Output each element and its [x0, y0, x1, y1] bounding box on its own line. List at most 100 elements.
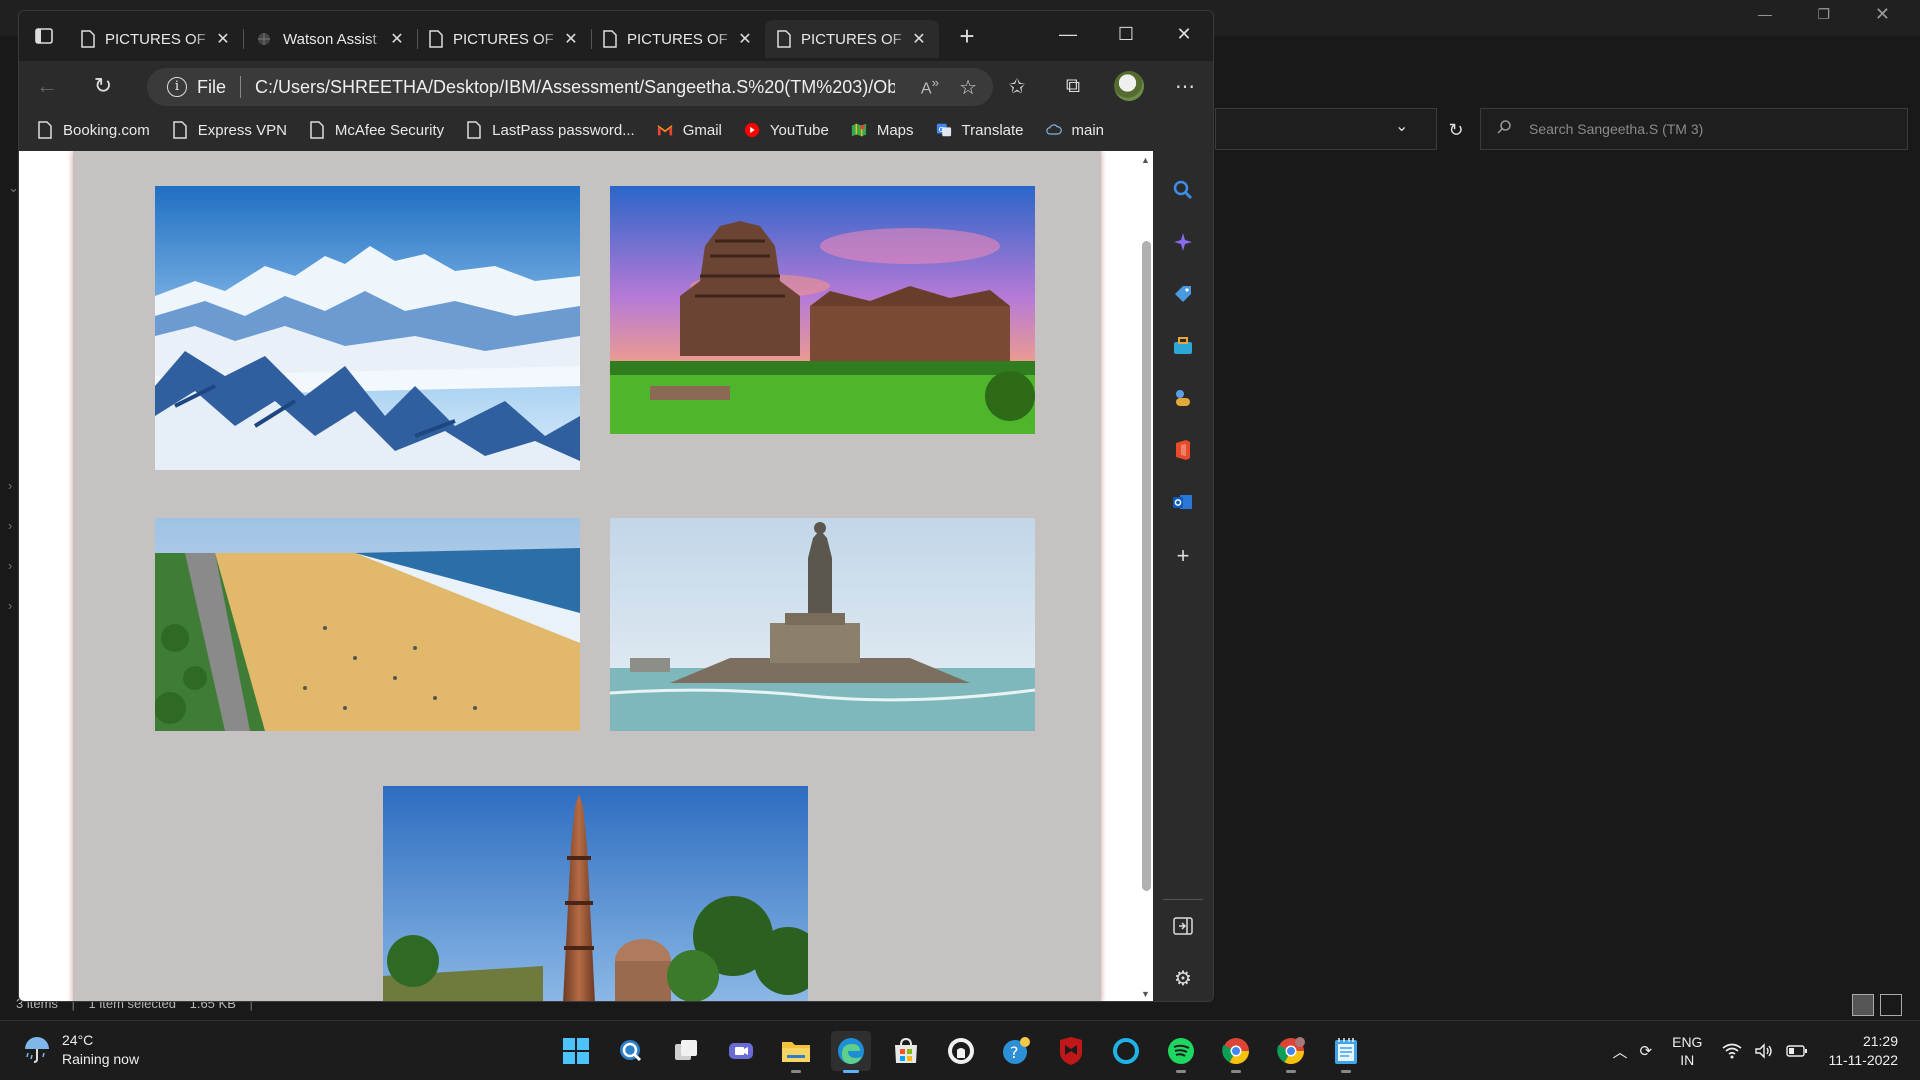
- store-button[interactable]: [886, 1031, 926, 1071]
- explorer-refresh-button[interactable]: ↻: [1437, 112, 1475, 148]
- hide-sidebar-icon[interactable]: [1168, 911, 1198, 941]
- bookmark-main[interactable]: main: [1045, 121, 1104, 139]
- bookmark-translate[interactable]: G Translate: [936, 121, 1024, 139]
- chrome-button[interactable]: [1216, 1031, 1256, 1073]
- sidebar-divider: [1163, 899, 1203, 900]
- tab[interactable]: PICTURES OF ✕: [417, 20, 592, 58]
- tab[interactable]: Watson Assist ✕: [243, 20, 418, 58]
- search-icon[interactable]: [1168, 175, 1198, 205]
- tools-icon[interactable]: [1168, 331, 1198, 361]
- bookmark-maps[interactable]: Maps: [851, 121, 914, 139]
- volume-icon[interactable]: [1754, 1043, 1774, 1059]
- github-button[interactable]: [941, 1031, 981, 1071]
- avatar[interactable]: [1114, 71, 1144, 101]
- photo-minaret: [383, 786, 808, 1001]
- favorites-icon[interactable]: ✩: [989, 74, 1045, 99]
- search-icon: [620, 1040, 642, 1062]
- start-button[interactable]: [556, 1031, 596, 1071]
- wifi-icon[interactable]: [1722, 1043, 1742, 1059]
- bookmark-booking[interactable]: Booking.com: [37, 121, 150, 139]
- file-explorer-button[interactable]: [776, 1031, 816, 1073]
- search-icon: [1497, 120, 1511, 134]
- explorer-search-input[interactable]: Search Sangeetha.S (TM 3): [1480, 108, 1908, 150]
- bookmark-express-vpn[interactable]: Express VPN: [172, 121, 287, 139]
- chrome-profile-button[interactable]: [1271, 1031, 1311, 1073]
- chevron-down-icon[interactable]: ⌄: [1395, 116, 1408, 136]
- info-icon[interactable]: i: [167, 77, 187, 97]
- clock-time: 21:29: [1862, 1033, 1898, 1049]
- collections-icon[interactable]: ⧉: [1045, 75, 1101, 98]
- maximize-button[interactable]: ☐: [1097, 11, 1155, 61]
- minimize-button[interactable]: —: [1039, 11, 1097, 61]
- explorer-close-button[interactable]: ✕: [1875, 4, 1890, 25]
- battery-icon[interactable]: [1786, 1044, 1808, 1058]
- language-indicator[interactable]: ENG IN: [1672, 1033, 1702, 1069]
- tab[interactable]: PICTURES OF ✕: [69, 20, 244, 58]
- read-aloud-icon[interactable]: A»: [921, 75, 939, 98]
- close-button[interactable]: ✕: [1155, 11, 1213, 61]
- address-bar[interactable]: i File C:/Users/SHREETHA/Desktop/IBM/Ass…: [147, 68, 993, 106]
- back-button[interactable]: ←: [19, 73, 75, 99]
- nav-expand-icon[interactable]: ›: [8, 478, 12, 493]
- weather-condition: Raining now: [62, 1051, 140, 1067]
- help-button[interactable]: ?: [996, 1031, 1036, 1071]
- page-icon: [172, 121, 187, 139]
- refresh-button[interactable]: ↻: [75, 73, 131, 99]
- close-icon[interactable]: ✕: [911, 29, 927, 49]
- scroll-up-arrow[interactable]: ▲: [1141, 155, 1150, 165]
- mcafee-button[interactable]: [1051, 1031, 1091, 1071]
- maps-icon: [851, 123, 866, 137]
- spotify-button[interactable]: [1161, 1031, 1201, 1073]
- sync-icon[interactable]: ⟳: [1640, 1042, 1653, 1060]
- bookmark-gmail[interactable]: Gmail: [657, 121, 722, 139]
- bookmark-mcafee[interactable]: McAfee Security: [309, 121, 444, 139]
- new-tab-button[interactable]: +: [947, 21, 987, 52]
- system-tray: ︿ ⟳ ENG IN 21:29 11-11-2022: [1607, 1021, 1920, 1080]
- notepad-icon: [1335, 1038, 1357, 1064]
- notepad-button[interactable]: [1326, 1031, 1366, 1073]
- weather-widget[interactable]: 24°C Raining now: [22, 1031, 139, 1069]
- tab-active[interactable]: PICTURES OF ✕: [765, 20, 939, 58]
- running-indicator: [1341, 1070, 1351, 1073]
- close-icon[interactable]: ✕: [563, 29, 579, 49]
- page-viewport: ▲ ▼: [19, 151, 1155, 1001]
- bookmark-youtube[interactable]: YouTube: [744, 121, 829, 139]
- nav-expand-icon[interactable]: ›: [8, 598, 12, 613]
- nav-expand-icon[interactable]: ›: [8, 518, 12, 533]
- add-icon[interactable]: +: [1168, 541, 1198, 571]
- discover-icon[interactable]: [1168, 227, 1198, 257]
- tiles-view-button[interactable]: [1880, 994, 1902, 1016]
- chrome-icon: [1277, 1037, 1305, 1065]
- explorer-restore-button[interactable]: ❐: [1817, 6, 1830, 23]
- url-text[interactable]: C:/Users/SHREETHA/Desktop/IBM/Assessment…: [255, 77, 895, 98]
- cloud-icon: [1045, 124, 1062, 135]
- add-favorite-icon[interactable]: ☆: [959, 75, 977, 100]
- tab[interactable]: PICTURES OF ✕: [591, 20, 765, 58]
- more-options-icon[interactable]: ⋯: [1157, 74, 1213, 99]
- close-icon[interactable]: ✕: [215, 29, 231, 49]
- chat-button[interactable]: [721, 1031, 761, 1071]
- details-view-button[interactable]: [1852, 994, 1874, 1016]
- scrollbar-thumb[interactable]: [1142, 241, 1151, 891]
- tab-actions-button[interactable]: [19, 11, 69, 61]
- cortana-button[interactable]: [1106, 1031, 1146, 1071]
- nav-expand-icon[interactable]: ›: [8, 558, 12, 573]
- task-view-button[interactable]: [666, 1031, 706, 1071]
- edge-button[interactable]: [831, 1031, 871, 1073]
- close-icon[interactable]: ✕: [389, 29, 405, 49]
- outlook-icon[interactable]: [1168, 487, 1198, 517]
- taskbar-search-button[interactable]: [611, 1031, 651, 1071]
- bookmark-lastpass[interactable]: LastPass password...: [466, 121, 635, 139]
- tab-title: PICTURES OF: [801, 30, 902, 48]
- clock[interactable]: 21:29 11-11-2022: [1828, 1032, 1898, 1070]
- bookmark-label: Booking.com: [63, 121, 150, 139]
- page-icon: [310, 121, 324, 139]
- explorer-minimize-button[interactable]: —: [1758, 6, 1772, 22]
- games-icon[interactable]: [1168, 383, 1198, 413]
- shopping-tag-icon[interactable]: [1168, 279, 1198, 309]
- scroll-down-arrow[interactable]: ▼: [1141, 989, 1150, 999]
- office-icon[interactable]: [1168, 435, 1198, 465]
- gear-icon[interactable]: ⚙: [1168, 963, 1198, 993]
- chevron-up-icon[interactable]: ︿: [1613, 1041, 1628, 1062]
- close-icon[interactable]: ✕: [737, 29, 753, 49]
